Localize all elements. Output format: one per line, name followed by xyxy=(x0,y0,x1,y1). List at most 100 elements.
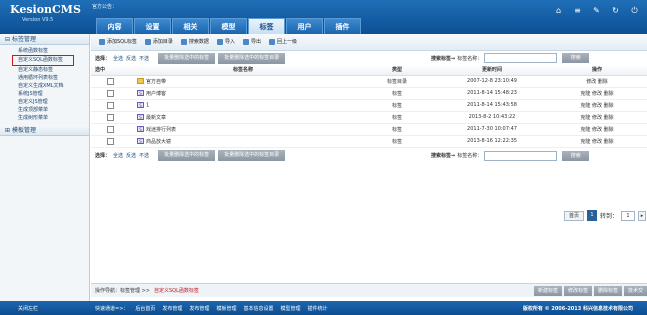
tech-support-button[interactable]: 技术交 xyxy=(623,286,647,296)
sidebar-item-custom-static-tags[interactable]: 自定义静态标签 xyxy=(18,66,89,74)
row-actions[interactable]: 克隆 修改 删除 xyxy=(547,111,647,124)
search-button[interactable]: 搜索 xyxy=(562,53,590,63)
power-icon[interactable]: ⏻ xyxy=(630,6,639,15)
footer-link-templates[interactable]: 模板管理 xyxy=(216,305,236,312)
tab-plugins[interactable]: 插件 xyxy=(324,18,361,34)
footer-link-plugin-stats[interactable]: 插件统计 xyxy=(307,305,327,312)
tag-type: 标签目录 xyxy=(357,75,437,88)
sidebar-item-system-js[interactable]: 系统JS管理 xyxy=(18,90,89,98)
footer-link-home[interactable]: 后台首页 xyxy=(135,305,155,312)
sidebar-item-custom-xml[interactable]: 自定义生成XML文档 xyxy=(18,82,89,90)
home-icon[interactable]: ⌂ xyxy=(554,6,563,15)
add-sql-tag-button[interactable]: 添加SQL标签 xyxy=(96,37,140,47)
table-row: S1 标签 2011-8-14 15:43:58 克隆 修改 删除 xyxy=(91,99,647,112)
tag-type: 标签 xyxy=(357,99,437,112)
sidebar-item-custom-js[interactable]: 自定义JS管理 xyxy=(18,98,89,106)
operation-nav: 操作导航：标签管理 >> 自定义SQL函数标签 新建标签 修改标签 删除标签 技… xyxy=(91,283,647,297)
quick-access-label: 快速通道=>： xyxy=(95,305,129,312)
footer-link-basic-settings[interactable]: 基本信息设置 xyxy=(243,305,273,312)
row-actions[interactable]: 修改 删除 xyxy=(547,75,647,88)
sidebar-item-top-menu[interactable]: 生成顶部菜单 xyxy=(18,106,89,114)
search-input[interactable] xyxy=(484,53,558,63)
search-data-button[interactable]: 搜索数据 xyxy=(178,37,212,47)
search-input[interactable] xyxy=(484,150,558,161)
import-button[interactable]: 导入 xyxy=(214,37,238,47)
search-icon xyxy=(180,39,187,45)
tab-settings[interactable]: 设置 xyxy=(134,18,171,34)
search-button[interactable]: 搜索 xyxy=(562,150,590,161)
folder-icon xyxy=(137,78,144,84)
row-checkbox[interactable] xyxy=(106,101,114,109)
select-bar-top: 选择： 全选 反选 不选 批量删除选中的标签 批量删除选中的标签目录 搜索标签⇒… xyxy=(91,51,647,65)
tab-model[interactable]: 模型 xyxy=(210,18,247,34)
sidebar-group-templates[interactable]: ⊞ 模板管理 xyxy=(0,125,89,136)
search-area: 搜索标签⇒ 标签名称： 搜索 xyxy=(431,150,590,161)
sql-icon: S xyxy=(137,114,144,120)
tab-related[interactable]: 相关 xyxy=(172,18,209,34)
add-directory-button[interactable]: 添加目录 xyxy=(142,37,176,47)
batch-delete-dirs-button[interactable]: 批量删除选中的标签目录 xyxy=(218,52,286,64)
row-actions[interactable]: 克隆 修改 删除 xyxy=(547,135,647,148)
batch-delete-tags-button[interactable]: 批量删除选中的标签 xyxy=(158,52,216,64)
go-up-button[interactable]: 回上一级 xyxy=(266,37,300,47)
row-checkbox[interactable] xyxy=(106,113,114,121)
row-checkbox[interactable] xyxy=(106,77,114,85)
copyright: 版权所有 © 2006-2013 科兴信息技术有限公司 xyxy=(522,305,633,312)
footer-link-publish[interactable]: 发布管理 xyxy=(162,305,182,312)
select-all-link[interactable]: 全选 xyxy=(113,55,123,62)
tab-users[interactable]: 用户 xyxy=(286,18,323,34)
sidebar-item-system-function-tags[interactable]: 系统函数标签 xyxy=(18,47,89,55)
current-page[interactable]: 1 xyxy=(587,210,597,221)
nav-current: 自定义SQL函数标签 xyxy=(153,288,199,294)
footer-link-models[interactable]: 模型管理 xyxy=(280,305,300,312)
page-scroll-arrow[interactable]: ▸ xyxy=(638,210,647,221)
tag-name[interactable]: 商品放大镜 xyxy=(146,139,171,145)
invert-select-link[interactable]: 反选 xyxy=(126,55,136,62)
select-all-link[interactable]: 全选 xyxy=(113,152,123,159)
sidebar-item-loop-list-tags[interactable]: 通用循环列表标签 xyxy=(18,74,89,82)
import-icon xyxy=(216,39,223,45)
tag-time: 2007-12-8 23:10:49 xyxy=(437,75,547,88)
first-page-button[interactable]: 首页 xyxy=(564,210,584,221)
batch-delete-tags-button[interactable]: 批量删除选中的标签 xyxy=(158,150,216,161)
tag-name[interactable]: 用户博客 xyxy=(146,91,166,97)
tag-time: 2013-8-16 12:22:35 xyxy=(437,135,547,148)
tag-type: 标签 xyxy=(357,123,437,136)
export-button[interactable]: 导出 xyxy=(240,37,264,47)
row-actions[interactable]: 克隆 修改 删除 xyxy=(547,123,647,136)
tag-name[interactable]: 1 xyxy=(146,102,149,108)
footer: 关闭左栏 快速通道=>： 后台首页 发布管理 发布管理 模板管理 基本信息设置 … xyxy=(0,301,647,315)
tag-name[interactable]: 最新文章 xyxy=(146,115,166,121)
batch-delete-dirs-button[interactable]: 批量删除选中的标签目录 xyxy=(218,150,286,161)
refresh-icon[interactable]: ↻ xyxy=(611,6,620,15)
sidebar-group-tags[interactable]: ⊟ 标签管理 xyxy=(0,34,89,45)
table-row: S 最新文章 标签 2013-8-2 10:43:22 克隆 修改 删除 xyxy=(91,111,647,124)
tag-name[interactable]: 官方自带 xyxy=(146,79,166,85)
sql-icon: S xyxy=(137,90,144,96)
menu-icon[interactable]: ≡ xyxy=(573,6,582,15)
invert-select-link[interactable]: 反选 xyxy=(126,152,136,159)
select-none-link[interactable]: 不选 xyxy=(139,152,149,159)
select-none-link[interactable]: 不选 xyxy=(139,55,149,62)
new-tag-button[interactable]: 新建标签 xyxy=(533,286,562,296)
tab-tags[interactable]: 标签 xyxy=(248,18,285,34)
delete-tag-button[interactable]: 删除标签 xyxy=(593,286,622,296)
row-actions[interactable]: 克隆 修改 删除 xyxy=(547,87,647,100)
footer-link-publish-2[interactable]: 发布管理 xyxy=(189,305,209,312)
row-actions[interactable]: 克隆 修改 删除 xyxy=(547,99,647,112)
add-icon xyxy=(99,39,105,45)
page-input[interactable]: 1 xyxy=(621,210,636,221)
tag-name[interactable]: 戏迷排行列表 xyxy=(146,127,176,133)
sidebar-item-tree-menu[interactable]: 生成树形菜单 xyxy=(18,114,89,122)
row-checkbox[interactable] xyxy=(106,137,114,145)
row-checkbox[interactable] xyxy=(106,125,114,133)
edit-tag-button[interactable]: 修改标签 xyxy=(563,286,592,296)
row-checkbox[interactable] xyxy=(106,89,114,97)
sql-icon: S xyxy=(137,138,144,144)
sidebar-item-custom-sql-tags[interactable]: 自定义SQL函数标签 xyxy=(12,55,74,66)
close-sidebar-link[interactable]: 关闭左栏 xyxy=(18,305,78,312)
up-icon xyxy=(268,39,275,45)
tools-icon[interactable]: ✎ xyxy=(592,6,601,15)
tab-content[interactable]: 内容 xyxy=(96,18,133,34)
col-select: 选中 xyxy=(91,65,129,76)
